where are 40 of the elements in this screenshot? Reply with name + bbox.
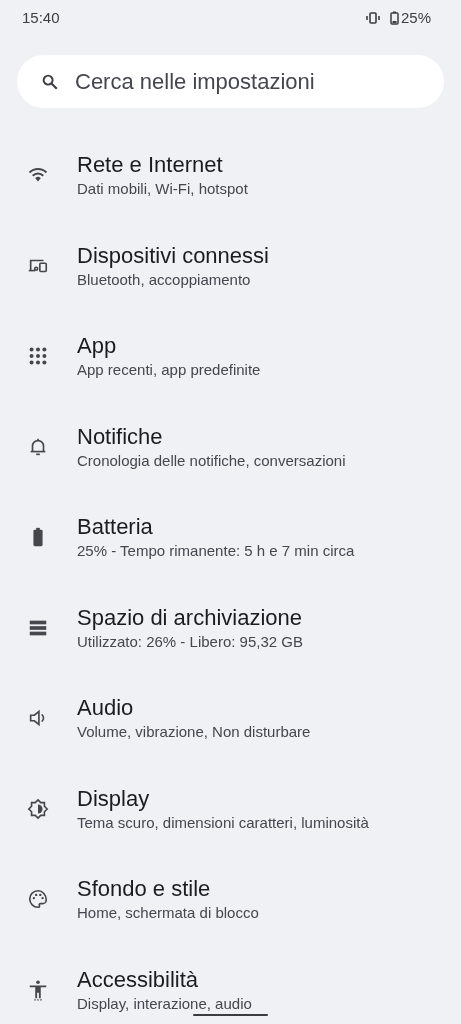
- item-subtitle: Home, schermata di blocco: [77, 903, 259, 923]
- settings-item[interactable]: Rete e Internet Dati mobili, Wi-Fi, hotspot: [0, 129, 461, 221]
- grid-icon: [27, 345, 49, 367]
- item-title: Display: [77, 784, 151, 813]
- settings-item[interactable]: Dispositivi connessi Bluetooth, accoppiamento: [0, 220, 461, 311]
- settings-item[interactable]: App App recenti, app predefinite: [0, 310, 461, 402]
- item-title: Dispositivi connessi: [77, 241, 269, 270]
- settings-item[interactable]: Notifiche Cronologia delle notifiche, conversazioni: [0, 401, 461, 492]
- accessibility-icon: [27, 978, 49, 1001]
- battery-percentage: 25%: [400, 7, 431, 28]
- search-icon: [41, 72, 59, 91]
- item-title: Batteria: [77, 513, 154, 541]
- item-subtitle: Utilizzato: 26% - Libero: 95,32 GB: [77, 631, 303, 652]
- settings-item[interactable]: Batteria 25% - Tempo rimanente: 5 h e 7 min circa: [0, 491, 461, 583]
- settings-item[interactable]: Audio Volume, vibrazione, Non disturbare: [0, 672, 461, 764]
- item-title: App: [77, 332, 118, 360]
- item-subtitle: Bluetooth, accoppiamento: [77, 269, 252, 290]
- brightness-icon: [27, 797, 49, 820]
- item-subtitle: Display, interazione, audio: [77, 993, 252, 1014]
- status-time: 15:40: [22, 7, 60, 28]
- item-title: Notifiche: [77, 422, 164, 451]
- item-subtitle: App recenti, app predefinite: [77, 360, 261, 380]
- battery-icon: [389, 11, 399, 25]
- item-subtitle: Volume, vibrazione, Non disturbare: [77, 722, 311, 742]
- item-title: Accessibilità: [77, 965, 200, 994]
- settings-item[interactable]: Sfondo e stile Home, schermata di blocco: [0, 853, 461, 945]
- search-field[interactable]: Cerca nelle impostazioni: [17, 55, 444, 108]
- item-subtitle: 25% - Tempo rimanente: 5 h e 7 min circa: [77, 541, 355, 561]
- palette-icon: [27, 888, 49, 910]
- item-subtitle: Cronologia delle notifiche, conversazioni: [77, 450, 346, 471]
- item-title: Rete e Internet: [77, 151, 224, 179]
- settings-item[interactable]: Accessibilità Display, interazione, audio: [0, 944, 461, 1024]
- item-subtitle: Tema scuro, dimensioni caratteri, luminosità: [77, 812, 369, 833]
- settings-item[interactable]: Spazio di archiviazione Utilizzato: 26% - Libero: 95,32 GB: [0, 582, 461, 673]
- item-subtitle: Dati mobili, Wi-Fi, hotspot: [77, 179, 248, 199]
- item-title: Sfondo e stile: [77, 875, 212, 903]
- item-title: Spazio di archiviazione: [77, 603, 303, 632]
- item-title: Audio: [77, 694, 135, 722]
- settings-item[interactable]: Display Tema scuro, dimensioni caratteri, luminosità: [0, 763, 461, 854]
- vibrate-icon: [365, 12, 380, 24]
